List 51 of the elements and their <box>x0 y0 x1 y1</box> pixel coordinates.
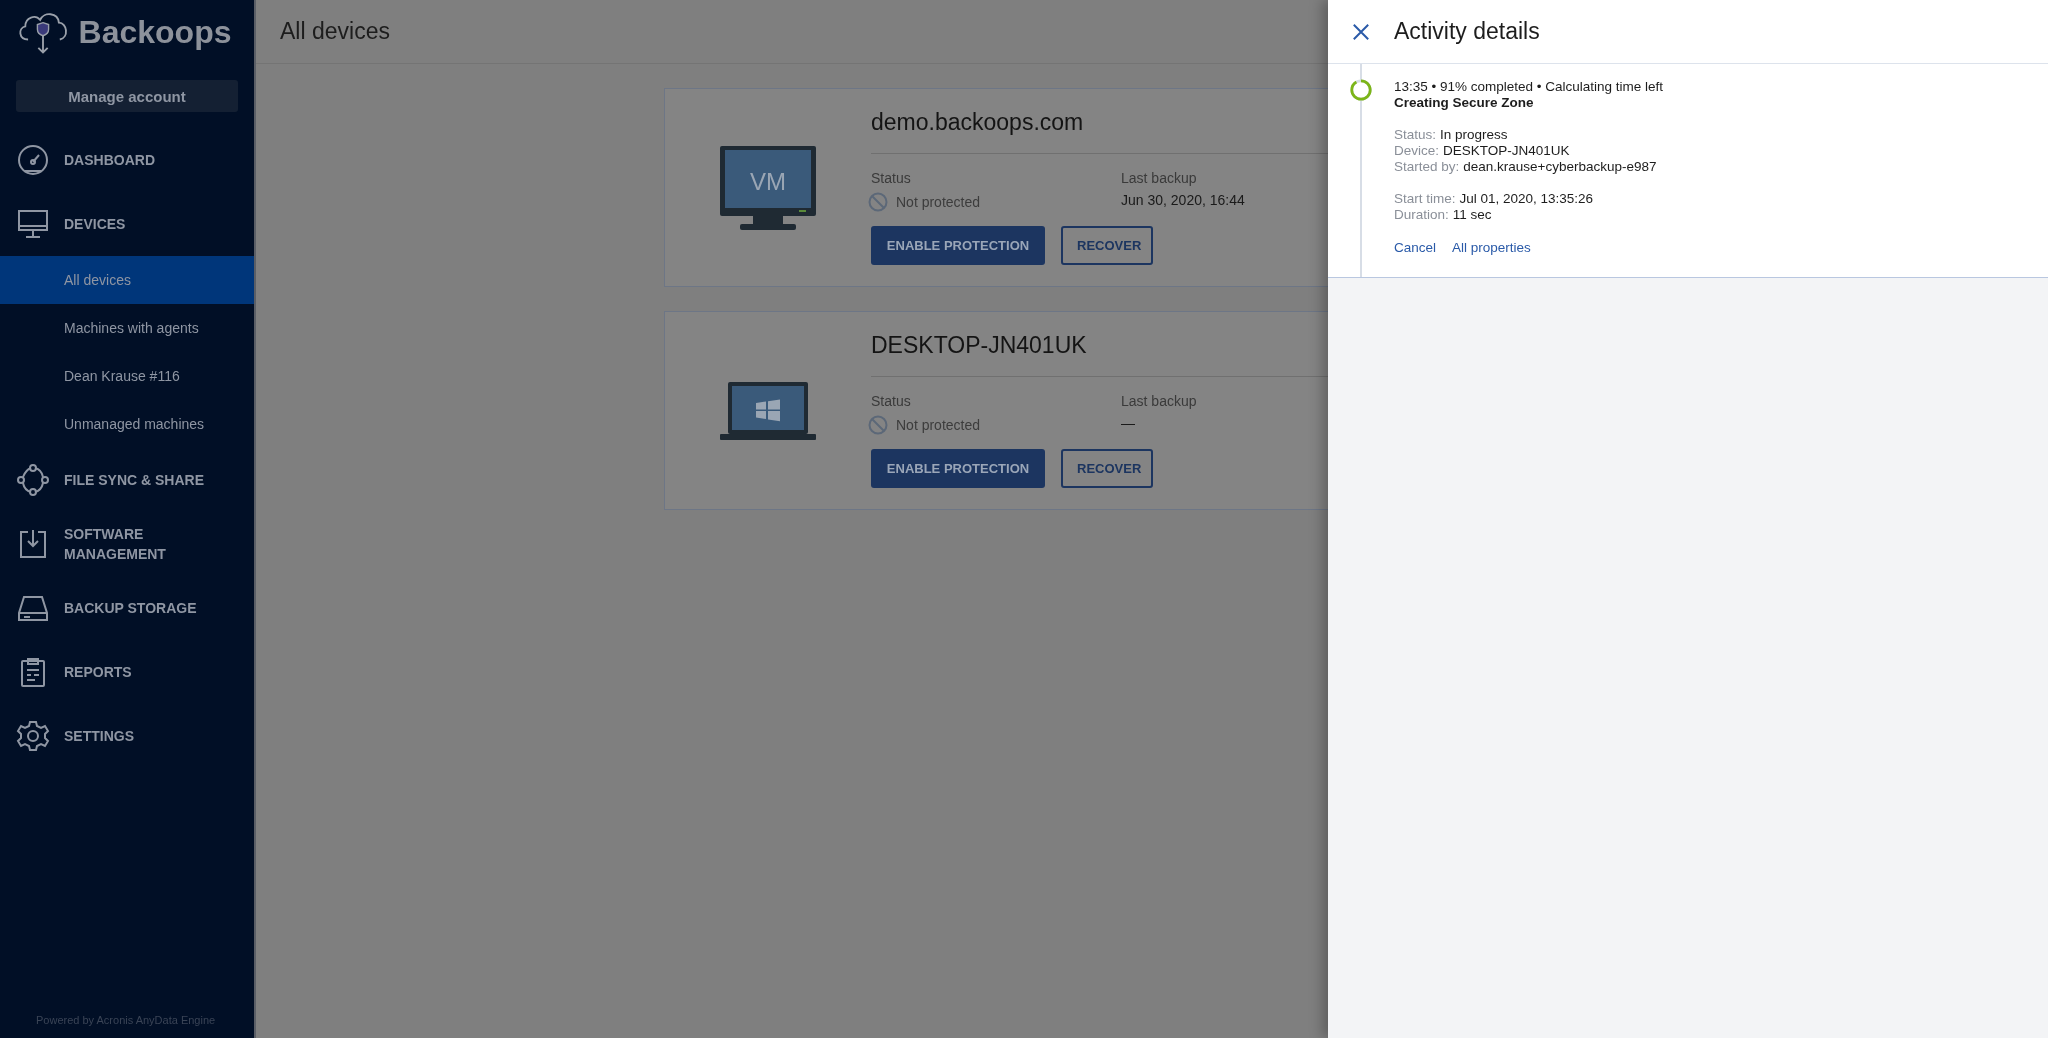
activity-summary: 13:35 • 91% completed • Calculating time left <box>1394 79 1664 95</box>
nav-section[interactable]: DEVICES <box>0 192 254 256</box>
detail-value: In progress <box>1440 127 1508 142</box>
gauge-icon <box>16 143 50 177</box>
nav-section[interactable]: SETTINGS <box>0 704 254 768</box>
nav-item[interactable]: Dean Krause #116 <box>0 352 254 400</box>
activity-name: Creating Secure Zone <box>1394 95 1535 111</box>
enable-protection-button[interactable]: ENABLE PROTECTION <box>871 226 1045 265</box>
nav-section[interactable]: REPORTS <box>0 640 254 704</box>
last-backup-value: Jun 30, 2020, 16:44 <box>1121 192 1246 208</box>
status-value: Not protected <box>896 417 981 433</box>
prohibited-icon <box>868 415 888 435</box>
device-name: DESKTOP-JN401UK <box>871 332 1087 360</box>
close-icon[interactable] <box>1352 22 1370 41</box>
monitor-icon <box>16 207 50 241</box>
last-backup-label: Last backup <box>1121 393 1198 409</box>
detail-label: Device: <box>1394 143 1439 158</box>
device-name: demo.backoops.com <box>871 109 1084 137</box>
enable-protection-button[interactable]: ENABLE PROTECTION <box>871 449 1045 488</box>
status-value: Not protected <box>896 194 981 210</box>
status-label: Status <box>871 393 912 409</box>
recover-button[interactable]: RECOVER <box>1061 226 1153 265</box>
nav-section[interactable]: BACKUP STORAGE <box>0 576 254 640</box>
status-label: Status <box>871 170 912 186</box>
detail-value: DESKTOP-JN401UK <box>1443 143 1570 158</box>
detail-value: 11 sec <box>1452 207 1492 222</box>
all-properties-link[interactable]: All properties <box>1452 240 1531 256</box>
last-backup-value: — <box>1121 415 1136 431</box>
detail-label: Duration: <box>1394 207 1449 222</box>
manage-account-button[interactable]: Manage account <box>16 80 238 112</box>
detail-value: dean.krause+cyberbackup-e987 <box>1463 159 1657 174</box>
nav-section[interactable]: SOFTWARE MANAGEMENT <box>0 512 254 576</box>
detail-label: Start time: <box>1394 191 1456 206</box>
detail-value: Jul 01, 2020, 13:35:26 <box>1459 191 1594 206</box>
prohibited-icon <box>868 192 888 212</box>
detail-label: Status: <box>1394 127 1437 142</box>
detail-label: Started by: <box>1394 159 1460 174</box>
cancel-link[interactable]: Cancel <box>1394 240 1437 256</box>
recover-button[interactable]: RECOVER <box>1061 449 1153 488</box>
panel-title: Activity details <box>1394 18 1540 45</box>
nodes-icon <box>16 463 50 497</box>
nav-item[interactable]: Unmanaged machines <box>0 400 254 448</box>
settings-icon <box>16 719 50 753</box>
nav-item[interactable]: Machines with agents <box>0 304 254 352</box>
nav-section[interactable]: DASHBOARD <box>0 128 254 192</box>
logo-text: Backoops <box>78 13 232 51</box>
laptop-icon <box>719 380 817 441</box>
nav-item[interactable]: All devices <box>0 256 254 304</box>
nav-section[interactable]: FILE SYNC & SHARE <box>0 448 254 512</box>
last-backup-label: Last backup <box>1121 170 1198 186</box>
page-title: All devices <box>280 18 390 45</box>
